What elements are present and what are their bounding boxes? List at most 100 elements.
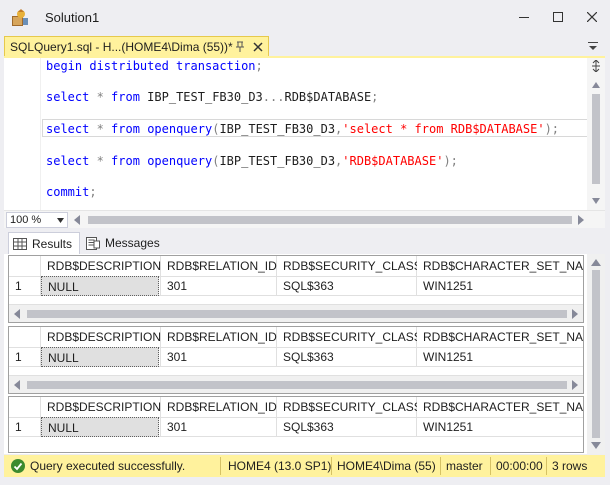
grid-header-row: RDB$DESCRIPTION RDB$RELATION_ID RDB$SECURI… [9, 397, 583, 417]
zoom-select[interactable]: 100 % [6, 212, 68, 228]
grid-cell[interactable]: 301 [161, 276, 277, 296]
grid-cell[interactable]: SQL$363 [277, 347, 417, 367]
column-header[interactable]: RDB$DESCRIPTION [41, 397, 161, 417]
grid-horizontal-scrollbar[interactable] [9, 375, 583, 393]
arrow-up-icon [592, 82, 600, 88]
status-separator [220, 457, 221, 475]
code-token: begin distributed transaction [46, 59, 256, 73]
grid-cell[interactable]: SQL$363 [277, 417, 417, 437]
code-token: ... [262, 90, 285, 104]
grid-icon [13, 237, 27, 250]
grid-cell[interactable]: SQL$363 [277, 276, 417, 296]
table-row[interactable]: 1 NULL 301 SQL$363 WIN1251 [9, 417, 583, 437]
results-scroll-thumb[interactable] [592, 270, 600, 438]
selected-cell[interactable]: NULL [41, 276, 159, 296]
grid-cell[interactable]: WIN1251 [417, 347, 583, 367]
column-header[interactable]: RDB$DESCRIPTION [41, 327, 161, 347]
arrow-left-icon[interactable] [13, 380, 21, 390]
tab-overflow-icon[interactable] [585, 38, 601, 54]
code-line[interactable]: select * from openquery(IBP_TEST_FB30_D3… [46, 153, 458, 169]
tab-close-icon[interactable] [252, 41, 264, 53]
table-row[interactable]: 1 NULL 301 SQL$363 WIN1251 [9, 347, 583, 367]
code-token: ); [443, 154, 458, 168]
maximize-button[interactable] [544, 6, 572, 28]
grid-cell[interactable]: 301 [161, 347, 277, 367]
column-header[interactable]: RDB$RELATION_ID [161, 327, 277, 347]
status-rows: 3 rows [552, 459, 588, 473]
grid-horizontal-scrollbar[interactable] [9, 304, 583, 322]
editor-hscroll-right[interactable] [576, 214, 586, 226]
grid-hscroll-thumb[interactable] [27, 381, 567, 389]
arrow-right-icon[interactable] [571, 380, 579, 390]
result-grid[interactable]: RDB$DESCRIPTION RDB$RELATION_ID RDB$SECURI… [8, 396, 584, 453]
arrow-down-icon [592, 198, 600, 204]
table-row[interactable]: 1 NULL 301 SQL$363 WIN1251 [9, 276, 583, 296]
selected-cell[interactable]: NULL [41, 347, 159, 367]
status-separator [490, 457, 491, 475]
editor-scroll-thumb[interactable] [592, 94, 600, 184]
query-editor[interactable]: begin distributed transaction; select * f… [4, 58, 587, 210]
row-number[interactable]: 1 [9, 276, 39, 296]
editor-hscroll-left[interactable] [72, 214, 82, 226]
code-line[interactable]: commit; [46, 184, 97, 200]
pin-icon[interactable] [234, 41, 246, 53]
code-token: 'RDB$DATABASE' [342, 154, 444, 168]
document-tab[interactable]: SQLQuery1.sql - H...(HOME4\Dima (55))* [4, 36, 269, 56]
arrow-right-icon[interactable] [571, 309, 579, 319]
column-header[interactable]: RDB$CHARACTER_SET_NAME [417, 256, 583, 276]
code-line[interactable]: select * from IBP_TEST_FB30_D3...RDB$DAT… [46, 89, 378, 105]
status-bar: Query executed successfully. HOME4 (13.0… [4, 455, 605, 477]
column-header[interactable]: RDB$SECURITY_CLASS [277, 327, 417, 347]
success-check-icon [11, 459, 25, 473]
editor-margin-divider [40, 58, 41, 210]
column-header[interactable]: RDB$SECURITY_CLASS [277, 256, 417, 276]
column-header[interactable]: RDB$RELATION_ID [161, 256, 277, 276]
grid-header-row: RDB$DESCRIPTION RDB$RELATION_ID RDB$SECURI… [9, 327, 583, 347]
minimize-button[interactable] [510, 6, 538, 28]
code-token: select [46, 154, 90, 168]
code-token: RDB$DATABASE [284, 90, 372, 104]
selected-cell[interactable]: NULL [41, 417, 159, 437]
code-token: * [89, 122, 112, 136]
code-token: IBP_TEST_FB30_D3 [219, 122, 336, 136]
zoom-scroll-row: 100 % [4, 210, 605, 228]
result-grid[interactable]: RDB$DESCRIPTION RDB$RELATION_ID RDB$SECURI… [8, 255, 584, 323]
result-grid[interactable]: RDB$DESCRIPTION RDB$RELATION_ID RDB$SECURI… [8, 326, 584, 394]
results-tab-strip: Results Messages [4, 230, 605, 254]
arrow-up-icon[interactable] [591, 258, 601, 266]
row-number[interactable]: 1 [9, 347, 39, 367]
window-title: Solution1 [45, 10, 100, 25]
column-header[interactable]: RDB$DESCRIPTION [41, 256, 161, 276]
column-header[interactable]: RDB$CHARACTER_SET_NAME [417, 397, 583, 417]
arrow-down-icon[interactable] [591, 442, 601, 450]
editor-vertical-scrollbar[interactable] [587, 58, 605, 210]
grid-cell[interactable]: 301 [161, 417, 277, 437]
title-bar: Solution1 [0, 0, 610, 36]
arrow-left-icon[interactable] [13, 309, 21, 319]
row-number[interactable]: 1 [9, 417, 39, 437]
close-icon [587, 12, 597, 22]
tab-results[interactable]: Results [8, 232, 80, 254]
tab-messages[interactable]: Messages [82, 232, 162, 254]
editor-scroll-up[interactable] [587, 78, 605, 92]
editor-hscroll-thumb[interactable] [88, 216, 572, 224]
results-vertical-scrollbar[interactable] [587, 254, 605, 454]
status-elapsed: 00:00:00 [496, 459, 543, 473]
grid-hscroll-thumb[interactable] [27, 310, 567, 318]
editor-margin [4, 58, 38, 210]
code-line[interactable]: begin distributed transaction; [46, 58, 263, 74]
status-server: HOME4 (13.0 SP1) [228, 459, 332, 473]
column-header[interactable]: RDB$SECURITY_CLASS [277, 397, 417, 417]
editor-scroll-down[interactable] [587, 194, 605, 208]
close-window-button[interactable] [578, 6, 606, 28]
document-tab-label: SQLQuery1.sql - H...(HOME4\Dima (55))* [10, 39, 233, 54]
split-icon [592, 60, 600, 72]
grid-cell[interactable]: WIN1251 [417, 417, 583, 437]
split-editor-button[interactable] [587, 58, 605, 74]
column-header[interactable]: RDB$CHARACTER_SET_NAME [417, 327, 583, 347]
column-header[interactable]: RDB$RELATION_ID [161, 397, 277, 417]
minimize-icon [519, 17, 529, 18]
code-token: 'select * from RDB$DATABASE' [342, 122, 545, 136]
code-line[interactable]: select * from openquery(IBP_TEST_FB30_D3… [46, 121, 559, 137]
grid-cell[interactable]: WIN1251 [417, 276, 583, 296]
